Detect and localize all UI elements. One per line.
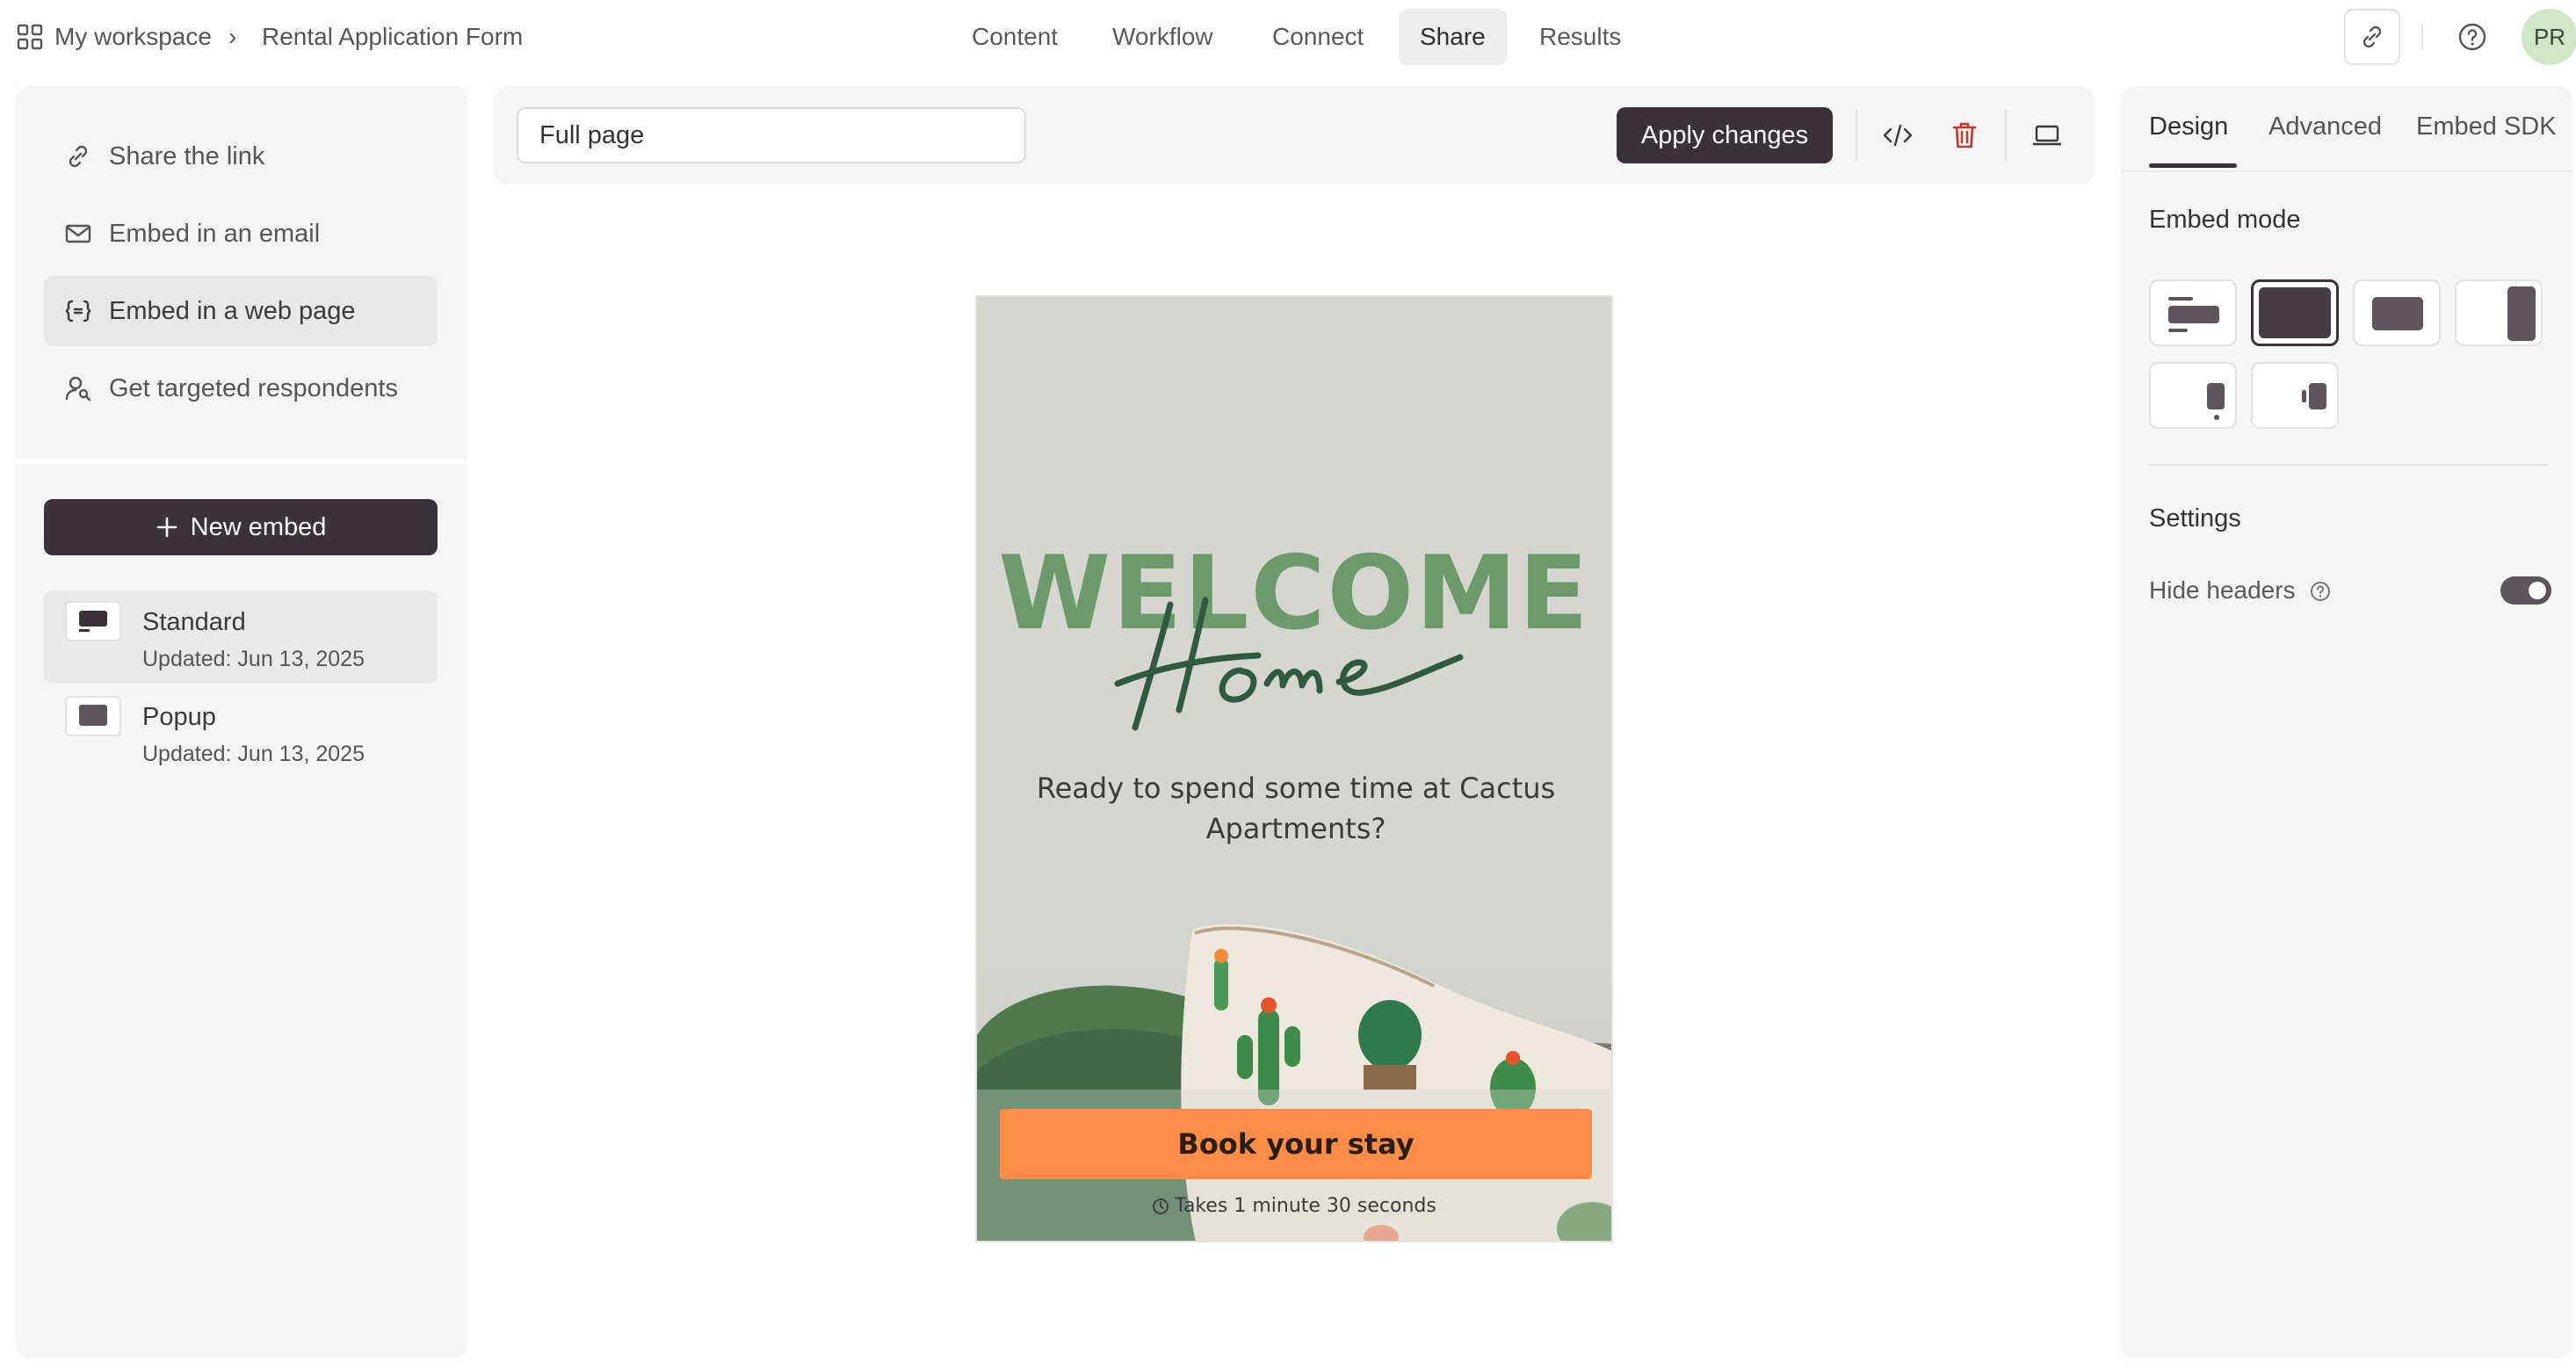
toolbar-divider (1856, 109, 1857, 162)
get-targeted-respondents-option[interactable]: Get targeted respondents (44, 353, 438, 424)
embed-in-web-page-option[interactable]: Embed in a web page (44, 276, 438, 346)
tab-workflow[interactable]: Workflow (1091, 9, 1234, 65)
embed-mode-side-tab[interactable] (2251, 362, 2339, 429)
embed-name: Standard (142, 608, 246, 636)
embed-updated-date: Updated: Jun 13, 2025 (142, 647, 365, 671)
embed-updated-date: Updated: Jun 13, 2025 (142, 742, 365, 766)
popup-embed-thumbnail (65, 696, 121, 736)
mail-icon (63, 219, 93, 249)
breadcrumb-form-title[interactable]: Rental Application Form (262, 21, 523, 53)
embed-mode-full-page[interactable] (2251, 279, 2339, 346)
embed-mode-popup[interactable] (2353, 279, 2441, 346)
link-icon (63, 141, 93, 171)
code-icon (1883, 122, 1913, 148)
design-settings-panel (2121, 86, 2572, 1358)
help-button[interactable] (2444, 9, 2500, 65)
duration-note: Takes 1 minute 30 seconds (977, 1195, 1611, 1217)
embed-item-standard[interactable]: Standard Updated: Jun 13, 2025 (44, 590, 438, 684)
embed-in-email-label: Embed in an email (109, 219, 321, 248)
breadcrumb-separator: › (228, 23, 237, 50)
device-preview-button[interactable] (2021, 109, 2073, 162)
embed-mode-heading: Embed mode (2149, 206, 2301, 234)
plus-icon (156, 516, 178, 539)
tab-content[interactable]: Content (951, 9, 1079, 65)
new-embed-button[interactable]: New embed (44, 499, 438, 555)
tab-design[interactable]: Design (2149, 112, 2228, 141)
embed-item-popup[interactable]: Popup Updated: Jun 13, 2025 (44, 685, 438, 779)
code-braces-icon (63, 296, 93, 326)
workspace-grid-icon[interactable] (16, 23, 44, 51)
user-search-icon (63, 373, 93, 403)
welcome-subtitle: Ready to spend some time at Cactus Apart… (1036, 771, 1556, 845)
new-embed-label: New embed (190, 512, 327, 541)
link-icon (2358, 23, 2386, 51)
book-your-stay-button[interactable]: Book your stay (1000, 1109, 1592, 1179)
tab-connect[interactable]: Connect (1251, 9, 1385, 65)
embed-mode-popover[interactable] (2149, 362, 2237, 429)
active-tab-indicator (2149, 163, 2237, 168)
get-targeted-respondents-label: Get targeted respondents (109, 373, 398, 402)
clock-icon (1152, 1198, 1169, 1215)
toggle-knob (2529, 582, 2546, 599)
embed-in-email-option[interactable]: Embed in an email (44, 199, 438, 269)
get-code-button[interactable] (1871, 109, 1924, 162)
share-the-link-option[interactable]: Share the link (44, 121, 438, 192)
toolbar-divider (2421, 25, 2423, 49)
duration-text: Takes 1 minute 30 seconds (1175, 1195, 1436, 1217)
info-icon[interactable] (2309, 580, 2332, 603)
user-avatar[interactable]: PR (2522, 9, 2576, 65)
section-divider (2149, 464, 2548, 466)
trash-icon (1951, 121, 1978, 149)
apply-changes-button[interactable]: Apply changes (1617, 107, 1833, 163)
delete-embed-button[interactable] (1938, 109, 1991, 162)
form-preview: WELCOME Ready to spend some time at Cact… (975, 295, 1613, 1242)
tab-share[interactable]: Share (1399, 9, 1507, 65)
hide-headers-label: Hide headers (2149, 576, 2296, 604)
share-the-link-label: Share the link (109, 141, 265, 170)
settings-heading: Settings (2149, 504, 2241, 532)
toolbar-divider (2005, 109, 2007, 162)
embed-in-web-page-label: Embed in a web page (109, 296, 356, 325)
tabs-divider (2121, 170, 2572, 172)
breadcrumb-workspace[interactable]: My workspace (54, 21, 212, 53)
tab-advanced[interactable]: Advanced (2268, 112, 2382, 141)
home-script-lettering (1114, 597, 1464, 731)
embed-name: Popup (142, 703, 216, 731)
hide-headers-toggle[interactable] (2500, 576, 2551, 605)
laptop-icon (2031, 123, 2063, 148)
embed-mode-slider[interactable] (2455, 279, 2543, 346)
cactus-pillow-image (977, 903, 1611, 1241)
tab-embed-sdk[interactable]: Embed SDK (2416, 112, 2557, 141)
embed-preset-field[interactable]: Full page (517, 107, 1026, 163)
embed-mode-standard[interactable] (2149, 279, 2237, 346)
copy-link-button[interactable] (2344, 9, 2400, 65)
tab-results[interactable]: Results (1518, 9, 1642, 65)
standard-embed-thumbnail (65, 601, 121, 641)
help-icon (2457, 22, 2487, 52)
